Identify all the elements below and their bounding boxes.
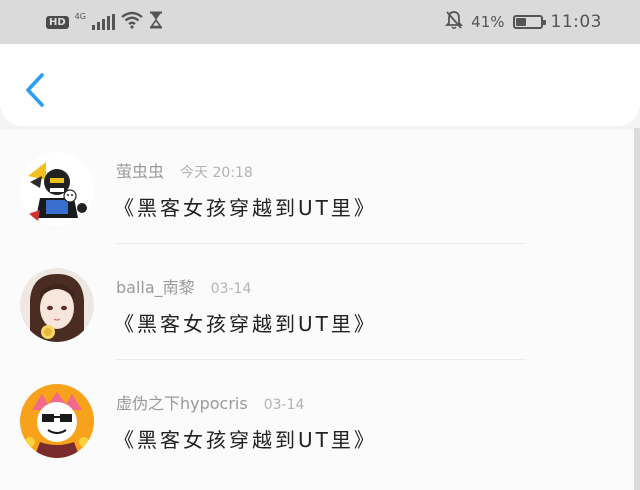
username[interactable]: balla_南黎 — [116, 274, 195, 298]
divider — [116, 359, 526, 360]
hd-icon: HD — [46, 15, 69, 29]
battery-percent: 41% — [471, 13, 505, 31]
status-right: 41% 11:03 — [444, 10, 602, 34]
signal-icon — [91, 14, 115, 30]
nav-header — [0, 44, 640, 126]
comment-item[interactable]: 萤虫虫 今天 20:18 《黑客女孩穿越到UT里》 — [0, 130, 634, 246]
status-bar: HD 4G 41% 11:03 — [0, 0, 640, 44]
hourglass-icon — [149, 11, 163, 33]
back-button[interactable] — [18, 70, 52, 110]
comment-item[interactable]: balla_南黎 03-14 《黑客女孩穿越到UT里》 — [0, 246, 634, 362]
mute-bell-icon — [444, 10, 464, 34]
comment-item[interactable]: 虚伪之下hypocris 03-14 《黑客女孩穿越到UT里》 — [0, 362, 634, 478]
chevron-left-icon — [26, 73, 44, 107]
avatar[interactable] — [20, 152, 94, 226]
divider — [116, 243, 526, 244]
battery-icon — [512, 15, 546, 29]
comment-meta: 萤虫虫 今天 20:18 — [116, 158, 253, 182]
comment-text: 《黑客女孩穿越到UT里》 — [114, 196, 377, 220]
username[interactable]: 萤虫虫 — [116, 158, 164, 182]
avatar[interactable] — [20, 268, 94, 342]
comment-meta: 虚伪之下hypocris 03-14 — [116, 390, 304, 414]
comment-text: 《黑客女孩穿越到UT里》 — [114, 428, 377, 452]
comment-list[interactable]: 萤虫虫 今天 20:18 《黑客女孩穿越到UT里》 balla_南黎 03-14… — [0, 130, 634, 490]
comment-meta: balla_南黎 03-14 — [116, 274, 251, 298]
comment-time: 03-14 — [210, 281, 252, 297]
username[interactable]: 虚伪之下hypocris — [116, 390, 248, 414]
status-left: HD 4G — [46, 11, 163, 33]
avatar[interactable] — [20, 384, 94, 458]
comment-time: 03-14 — [263, 397, 305, 413]
comment-text: 《黑客女孩穿越到UT里》 — [114, 312, 377, 336]
network-type-label: 4G — [74, 12, 86, 21]
status-clock: 11:03 — [550, 12, 602, 32]
comment-time: 今天 20:18 — [180, 165, 253, 181]
battery-level-fill — [515, 18, 527, 26]
wifi-icon — [121, 11, 143, 33]
scrollbar[interactable] — [634, 128, 640, 490]
